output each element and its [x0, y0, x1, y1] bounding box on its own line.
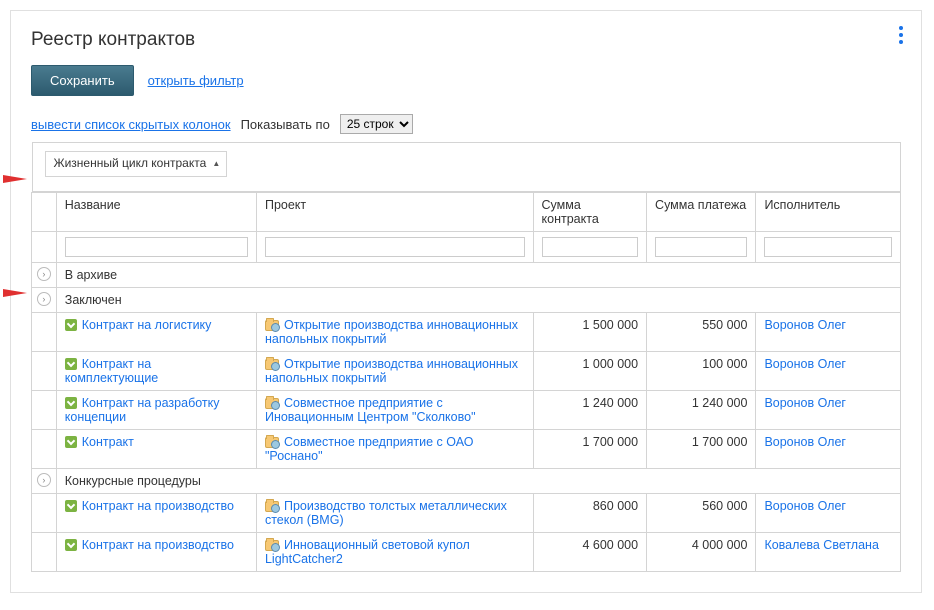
expand-icon[interactable]: ›: [37, 292, 51, 306]
group-title: Конкурсные процедуры: [56, 468, 900, 493]
expand-icon[interactable]: ›: [37, 267, 51, 281]
table-row: Контракт на комплектующие Открытие произв…: [32, 351, 901, 390]
filter-row: [32, 231, 901, 262]
filter-executor-input[interactable]: [764, 237, 892, 257]
payment-sum-cell: 1 240 000: [647, 390, 756, 429]
contract-icon: [65, 358, 77, 370]
show-by-label: Показывать по: [241, 117, 330, 132]
project-link[interactable]: Открытие производства инновационных напо…: [265, 357, 518, 385]
executor-link[interactable]: Воронов Олег: [764, 357, 846, 371]
executor-link[interactable]: Воронов Олег: [764, 499, 846, 513]
show-hidden-columns-link[interactable]: вывести список скрытых колонок: [31, 117, 231, 132]
save-button[interactable]: Сохранить: [31, 65, 134, 96]
contract-link[interactable]: Контракт на комплектующие: [65, 357, 159, 385]
payment-sum-cell: 560 000: [647, 493, 756, 532]
contracts-table: Жизненный цикл контракта ▲ Название Прое…: [31, 142, 901, 572]
project-link[interactable]: Открытие производства инновационных напо…: [265, 318, 518, 346]
project-folder-icon: [265, 437, 279, 448]
col-header-payment-sum[interactable]: Сумма платежа: [647, 192, 756, 231]
toolbar-secondary: вывести список скрытых колонок Показыват…: [31, 114, 901, 134]
contract-icon: [65, 436, 77, 448]
group-row[interactable]: › Конкурсные процедуры: [32, 468, 901, 493]
contract-icon: [65, 539, 77, 551]
group-row[interactable]: › Заключен: [32, 287, 901, 312]
table-row: Контракт на производство Производство тол…: [32, 493, 901, 532]
col-header-contract-sum[interactable]: Сумма контракта: [533, 192, 647, 231]
contract-sum-cell: 1 240 000: [533, 390, 647, 429]
executor-link[interactable]: Воронов Олег: [764, 396, 846, 410]
annotation-arrow-icon: [3, 289, 27, 297]
group-row[interactable]: › В архиве: [32, 262, 901, 287]
expand-icon[interactable]: ›: [37, 473, 51, 487]
project-link[interactable]: Совместное предприятие с Иновационным Це…: [265, 396, 476, 424]
annotation-arrow-icon: [3, 175, 27, 183]
table-row: Контракт на производство Инновационный св…: [32, 532, 901, 571]
group-title: В архиве: [56, 262, 900, 287]
contracts-registry-panel: Реестр контрактов Сохранить открыть филь…: [10, 10, 922, 593]
page-title: Реестр контрактов: [31, 29, 901, 51]
contract-link[interactable]: Контракт на производство: [82, 538, 234, 552]
project-link[interactable]: Производство толстых металлических стеко…: [265, 499, 507, 527]
payment-sum-cell: 1 700 000: [647, 429, 756, 468]
toolbar: Сохранить открыть фильтр: [31, 65, 901, 96]
sort-asc-icon: ▲: [212, 159, 220, 169]
open-filter-link[interactable]: открыть фильтр: [148, 73, 244, 88]
contract-sum-cell: 1 500 000: [533, 312, 647, 351]
payment-sum-cell: 100 000: [647, 351, 756, 390]
project-folder-icon: [265, 540, 279, 551]
contract-sum-cell: 1 700 000: [533, 429, 647, 468]
project-folder-icon: [265, 501, 279, 512]
grouping-area[interactable]: Жизненный цикл контракта ▲: [32, 143, 901, 192]
payment-sum-cell: 4 000 000: [647, 532, 756, 571]
executor-link[interactable]: Воронов Олег: [764, 318, 846, 332]
col-header-executor[interactable]: Исполнитель: [756, 192, 901, 231]
project-link[interactable]: Совместное предприятие с ОАО "Роснано": [265, 435, 474, 463]
project-folder-icon: [265, 398, 279, 409]
table-row: Контракт на логистику Открытие производст…: [32, 312, 901, 351]
table-row: Контракт Совместное предприятие с ОАО "Ро…: [32, 429, 901, 468]
contract-link[interactable]: Контракт: [82, 435, 134, 449]
contract-icon: [65, 397, 77, 409]
page-size-select[interactable]: 25 строк: [340, 114, 413, 134]
kebab-menu-button[interactable]: [899, 23, 903, 47]
col-header-project[interactable]: Проект: [256, 192, 533, 231]
col-header-name[interactable]: Название: [56, 192, 256, 231]
contract-sum-cell: 4 600 000: [533, 532, 647, 571]
filter-contract-sum-input[interactable]: [542, 237, 639, 257]
group-title: Заключен: [56, 287, 900, 312]
filter-project-input[interactable]: [265, 237, 525, 257]
project-link[interactable]: Инновационный световой купол LightCatche…: [265, 538, 470, 566]
contract-link[interactable]: Контракт на производство: [82, 499, 234, 513]
project-folder-icon: [265, 320, 279, 331]
contract-sum-cell: 860 000: [533, 493, 647, 532]
filter-payment-sum-input[interactable]: [655, 237, 747, 257]
group-by-chip[interactable]: Жизненный цикл контракта ▲: [45, 151, 228, 177]
contract-icon: [65, 500, 77, 512]
contract-sum-cell: 1 000 000: [533, 351, 647, 390]
project-folder-icon: [265, 359, 279, 370]
table-header-row: Название Проект Сумма контракта Сумма пл…: [32, 192, 901, 231]
table-row: Контракт на разработку концепции Совместн…: [32, 390, 901, 429]
contract-icon: [65, 319, 77, 331]
contract-link[interactable]: Контракт на логистику: [82, 318, 212, 332]
executor-link[interactable]: Ковалева Светлана: [764, 538, 878, 552]
executor-link[interactable]: Воронов Олег: [764, 435, 846, 449]
contract-link[interactable]: Контракт на разработку концепции: [65, 396, 220, 424]
payment-sum-cell: 550 000: [647, 312, 756, 351]
filter-name-input[interactable]: [65, 237, 248, 257]
